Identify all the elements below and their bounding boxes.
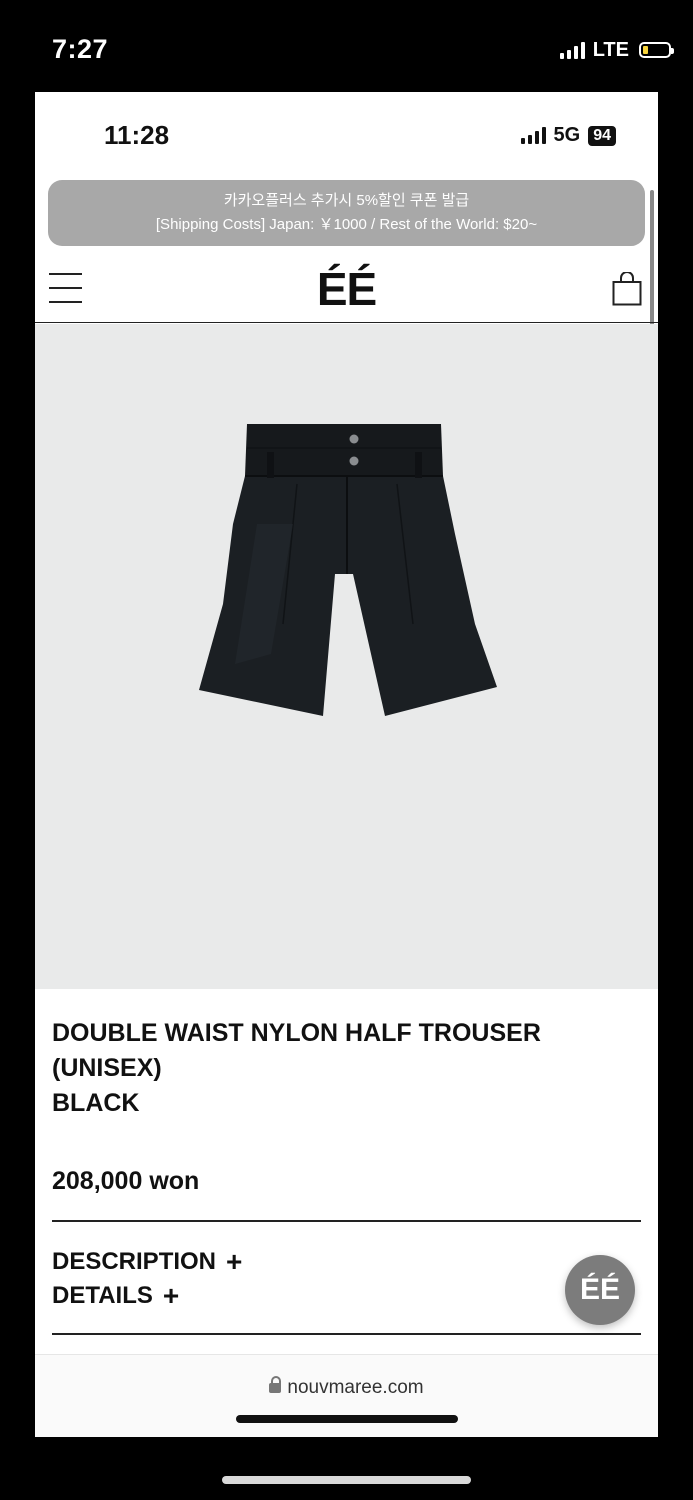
- shopping-bag-icon[interactable]: [612, 272, 642, 306]
- floating-logo-button[interactable]: ÉÉ: [565, 1255, 635, 1325]
- lock-icon: [269, 1376, 282, 1393]
- address-display[interactable]: nouvmaree.com: [35, 1376, 658, 1399]
- inner-status-bar: 11:28 5G 94: [35, 92, 658, 178]
- details-label: DETAILS: [52, 1282, 153, 1309]
- product-title: DOUBLE WAIST NYLON HALF TROUSER (UNISEX)…: [52, 1016, 612, 1121]
- inner-home-indicator[interactable]: [236, 1415, 458, 1423]
- plus-icon: +: [226, 1246, 243, 1277]
- inner-clock: 11:28: [104, 120, 170, 150]
- signal-icon: [520, 127, 546, 144]
- product-title-line2: (UNISEX): [52, 1054, 162, 1082]
- promo-banner-line2: [Shipping Costs] Japan: ￥1000 / Rest of …: [155, 216, 538, 233]
- description-toggle[interactable]: DESCRIPTION +: [52, 1248, 242, 1276]
- network-type: LTE: [592, 38, 629, 61]
- browser-address-bar[interactable]: nouvmaree.com: [35, 1354, 658, 1437]
- product-color: BLACK: [52, 1089, 140, 1117]
- plus-icon: +: [162, 1280, 180, 1311]
- shorts-illustration: [199, 424, 497, 716]
- site-logo[interactable]: ÉÉ: [35, 262, 658, 316]
- home-indicator[interactable]: [222, 1476, 471, 1484]
- inner-screenshot: 11:28 5G 94 카카오플러스 추가시 5%할인 쿠폰 발급 [Shipp…: [35, 92, 658, 1437]
- divider: [52, 1220, 641, 1222]
- product-image[interactable]: [35, 324, 658, 989]
- battery-icon: [639, 42, 674, 58]
- url-text: nouvmaree.com: [287, 1377, 424, 1398]
- outer-status-icons: LTE: [559, 38, 674, 62]
- outer-status-bar: 7:27 LTE: [0, 0, 693, 92]
- signal-icon: [559, 41, 585, 59]
- promo-banner-line1: 카카오플러스 추가시 5%할인 쿠폰 발급: [223, 192, 470, 209]
- product-price: 208,000 won: [52, 1167, 200, 1195]
- inner-status-icons: 5G 94: [520, 124, 616, 147]
- divider: [52, 1333, 641, 1335]
- site-header: ÉÉ: [35, 250, 658, 323]
- details-toggle[interactable]: DETAILS +: [52, 1282, 179, 1310]
- product-title-line1: DOUBLE WAIST NYLON HALF TROUSER: [52, 1019, 541, 1047]
- network-type: 5G: [553, 124, 581, 146]
- outer-clock: 7:27: [52, 34, 109, 64]
- battery-indicator: 94: [588, 125, 616, 146]
- promo-banner[interactable]: 카카오플러스 추가시 5%할인 쿠폰 발급 [Shipping Costs] J…: [48, 180, 645, 246]
- description-label: DESCRIPTION: [52, 1248, 217, 1275]
